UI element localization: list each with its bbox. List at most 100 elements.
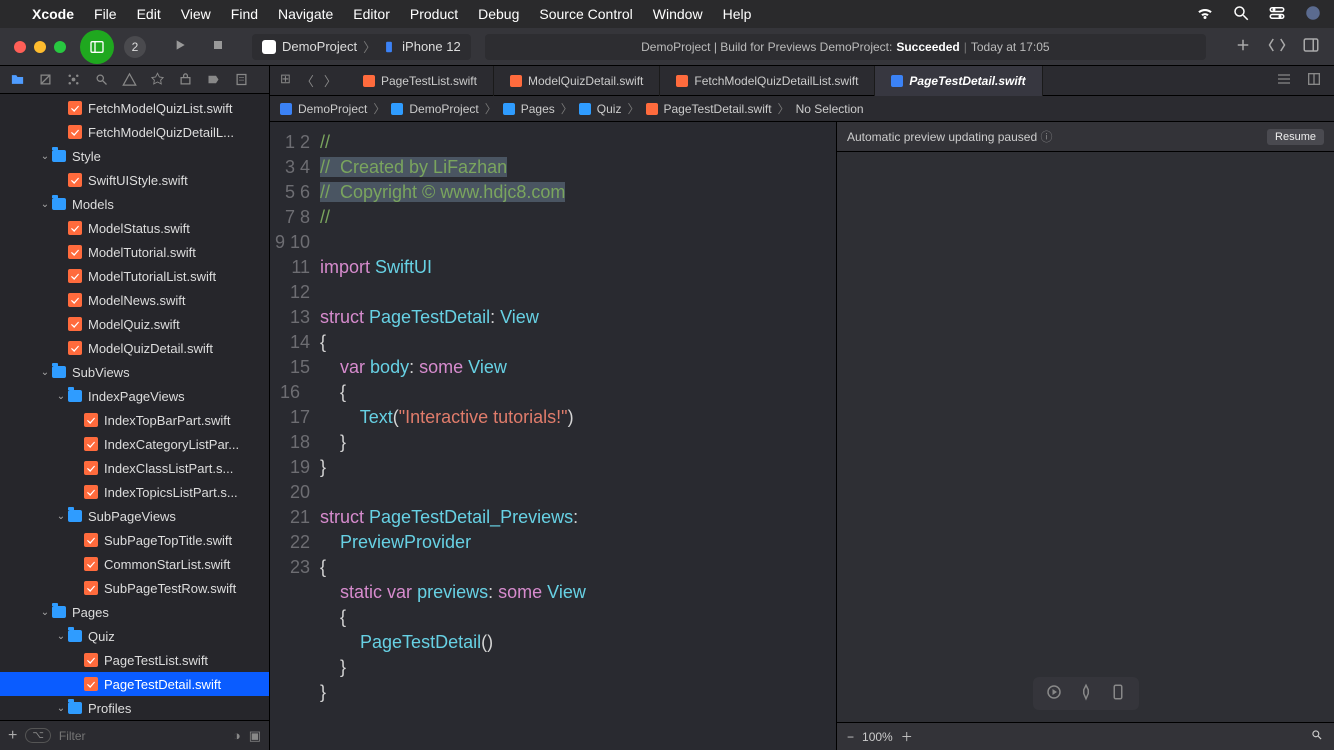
symbol-navigator-icon[interactable] bbox=[62, 69, 84, 91]
tree-folder[interactable]: ⌄SubPageViews bbox=[0, 504, 269, 528]
filter-input[interactable] bbox=[59, 729, 225, 743]
forward-button[interactable]: 〉 bbox=[324, 71, 337, 90]
add-button[interactable] bbox=[1234, 36, 1252, 57]
stop-button[interactable] bbox=[210, 37, 226, 56]
adjust-editor-icon[interactable] bbox=[1306, 71, 1322, 90]
tree-folder[interactable]: ⌄IndexPageViews bbox=[0, 384, 269, 408]
editor-tab[interactable]: PageTestList.swift bbox=[347, 66, 494, 96]
tree-file[interactable]: ModelTutorialList.swift bbox=[0, 264, 269, 288]
issues-count-badge[interactable]: 2 bbox=[124, 36, 146, 58]
info-icon[interactable]: ⓘ bbox=[1040, 130, 1052, 144]
menu-file[interactable]: File bbox=[94, 6, 117, 22]
tree-file[interactable]: IndexClassListPart.s... bbox=[0, 456, 269, 480]
menu-editor[interactable]: Editor bbox=[353, 6, 390, 22]
project-navigator-icon[interactable] bbox=[6, 69, 28, 91]
tree-folder[interactable]: ⌄Models bbox=[0, 192, 269, 216]
tree-file[interactable]: SubPageTestRow.swift bbox=[0, 576, 269, 600]
navigator-footer: + ⌥ ◑ ▣ bbox=[0, 720, 269, 750]
menu-product[interactable]: Product bbox=[410, 6, 458, 22]
tree-file[interactable]: IndexTopicsListPart.s... bbox=[0, 480, 269, 504]
app-icon bbox=[262, 40, 276, 54]
jump-symbol[interactable]: No Selection bbox=[796, 102, 864, 116]
zoom-out-icon[interactable]: − bbox=[847, 730, 854, 744]
menu-source-control[interactable]: Source Control bbox=[539, 6, 632, 22]
tree-file[interactable]: FetchModelQuizDetailL... bbox=[0, 120, 269, 144]
jump-project[interactable]: DemoProject bbox=[298, 102, 367, 116]
tree-file[interactable]: CommonStarList.swift bbox=[0, 552, 269, 576]
source-code[interactable]: // // Created by LiFazhan // Copyright ©… bbox=[320, 122, 836, 750]
tree-file[interactable]: ModelQuizDetail.swift bbox=[0, 336, 269, 360]
related-items-icon[interactable]: ⊞ bbox=[280, 71, 291, 90]
tree-folder[interactable]: ⌄Profiles bbox=[0, 696, 269, 720]
source-control-navigator-icon[interactable] bbox=[34, 69, 56, 91]
preview-device-icon[interactable] bbox=[1109, 683, 1127, 704]
tree-file[interactable]: FetchModelQuizList.swift bbox=[0, 96, 269, 120]
activity-viewer[interactable]: DemoProject | Build for Previews DemoPro… bbox=[485, 34, 1206, 60]
scm-filter-icon[interactable]: ▣ bbox=[249, 728, 261, 744]
zoom-window[interactable] bbox=[54, 41, 66, 53]
menu-window[interactable]: Window bbox=[653, 6, 703, 22]
tree-folder[interactable]: ⌄Style bbox=[0, 144, 269, 168]
run-button[interactable] bbox=[172, 37, 188, 56]
tree-file[interactable]: PageTestList.swift bbox=[0, 648, 269, 672]
preview-status: Automatic preview updating paused bbox=[847, 130, 1037, 144]
issue-navigator-icon[interactable] bbox=[118, 69, 140, 91]
folder-icon bbox=[503, 103, 515, 115]
tree-folder[interactable]: ⌄Quiz bbox=[0, 624, 269, 648]
tree-file[interactable]: SubPageTopTitle.swift bbox=[0, 528, 269, 552]
tree-folder[interactable]: ⌄SubViews bbox=[0, 360, 269, 384]
close-window[interactable] bbox=[14, 41, 26, 53]
tree-file[interactable]: ModelTutorial.swift bbox=[0, 240, 269, 264]
zoom-fit-icon[interactable] bbox=[1310, 728, 1324, 745]
jump-group1[interactable]: Pages bbox=[521, 102, 555, 116]
tree-file[interactable]: ModelQuiz.swift bbox=[0, 312, 269, 336]
code-review-button[interactable] bbox=[1268, 36, 1286, 57]
menu-find[interactable]: Find bbox=[231, 6, 258, 22]
tree-file[interactable]: IndexTopBarPart.swift bbox=[0, 408, 269, 432]
wifi-icon[interactable] bbox=[1196, 4, 1214, 25]
toggle-navigator-button[interactable] bbox=[80, 30, 114, 64]
source-editor[interactable]: 1 2 3 4 5 6 7 8 9 10 11 12 13 14 15 16 1… bbox=[270, 122, 836, 750]
minimize-window[interactable] bbox=[34, 41, 46, 53]
siri-icon[interactable] bbox=[1304, 4, 1322, 25]
pin-preview-icon[interactable] bbox=[1077, 683, 1095, 704]
tree-file[interactable]: SwiftUIStyle.swift bbox=[0, 168, 269, 192]
tree-file[interactable]: PageTestDetail.swift bbox=[0, 672, 269, 696]
jump-target[interactable]: DemoProject bbox=[409, 102, 478, 116]
resume-button[interactable]: Resume bbox=[1267, 129, 1324, 145]
recent-filter-button[interactable]: ⌥ bbox=[25, 728, 51, 743]
tree-file[interactable]: ModelNews.swift bbox=[0, 288, 269, 312]
editor-tab[interactable]: ModelQuizDetail.swift bbox=[494, 66, 660, 96]
editor-options-icon[interactable] bbox=[1276, 71, 1292, 90]
find-navigator-icon[interactable] bbox=[90, 69, 112, 91]
breakpoint-navigator-icon[interactable] bbox=[202, 69, 224, 91]
tree-folder[interactable]: ⌄Pages bbox=[0, 600, 269, 624]
test-navigator-icon[interactable] bbox=[146, 69, 168, 91]
jump-group2[interactable]: Quiz bbox=[597, 102, 622, 116]
report-navigator-icon[interactable] bbox=[230, 69, 252, 91]
project-tree[interactable]: FetchModelQuizList.swiftFetchModelQuizDe… bbox=[0, 94, 269, 720]
app-name[interactable]: Xcode bbox=[32, 6, 74, 22]
zoom-level[interactable]: 100% bbox=[862, 730, 893, 744]
menu-debug[interactable]: Debug bbox=[478, 6, 519, 22]
menu-help[interactable]: Help bbox=[723, 6, 752, 22]
live-preview-icon[interactable] bbox=[1045, 683, 1063, 704]
menu-edit[interactable]: Edit bbox=[137, 6, 161, 22]
editor-tab[interactable]: FetchModelQuizDetailList.swift bbox=[660, 66, 875, 96]
zoom-in-icon[interactable]: ＋ bbox=[901, 728, 913, 745]
tree-file[interactable]: ModelStatus.swift bbox=[0, 216, 269, 240]
menu-navigate[interactable]: Navigate bbox=[278, 6, 333, 22]
add-file-button[interactable]: + bbox=[8, 727, 17, 745]
debug-navigator-icon[interactable] bbox=[174, 69, 196, 91]
scheme-selector[interactable]: DemoProject 〉 iPhone 12 bbox=[252, 34, 471, 60]
tree-file[interactable]: IndexCategoryListPar... bbox=[0, 432, 269, 456]
editor-tab[interactable]: PageTestDetail.swift bbox=[875, 66, 1042, 96]
control-center-icon[interactable] bbox=[1268, 4, 1286, 25]
jump-file[interactable]: PageTestDetail.swift bbox=[664, 102, 772, 116]
back-button[interactable]: 〈 bbox=[301, 71, 314, 90]
toggle-inspector-button[interactable] bbox=[1302, 36, 1320, 57]
jump-bar[interactable]: DemoProject〉 DemoProject〉 Pages〉 Quiz〉 P… bbox=[270, 96, 1334, 122]
spotlight-icon[interactable] bbox=[1232, 4, 1250, 25]
menu-view[interactable]: View bbox=[181, 6, 211, 22]
clock-filter-icon[interactable]: ◑ bbox=[233, 728, 241, 743]
